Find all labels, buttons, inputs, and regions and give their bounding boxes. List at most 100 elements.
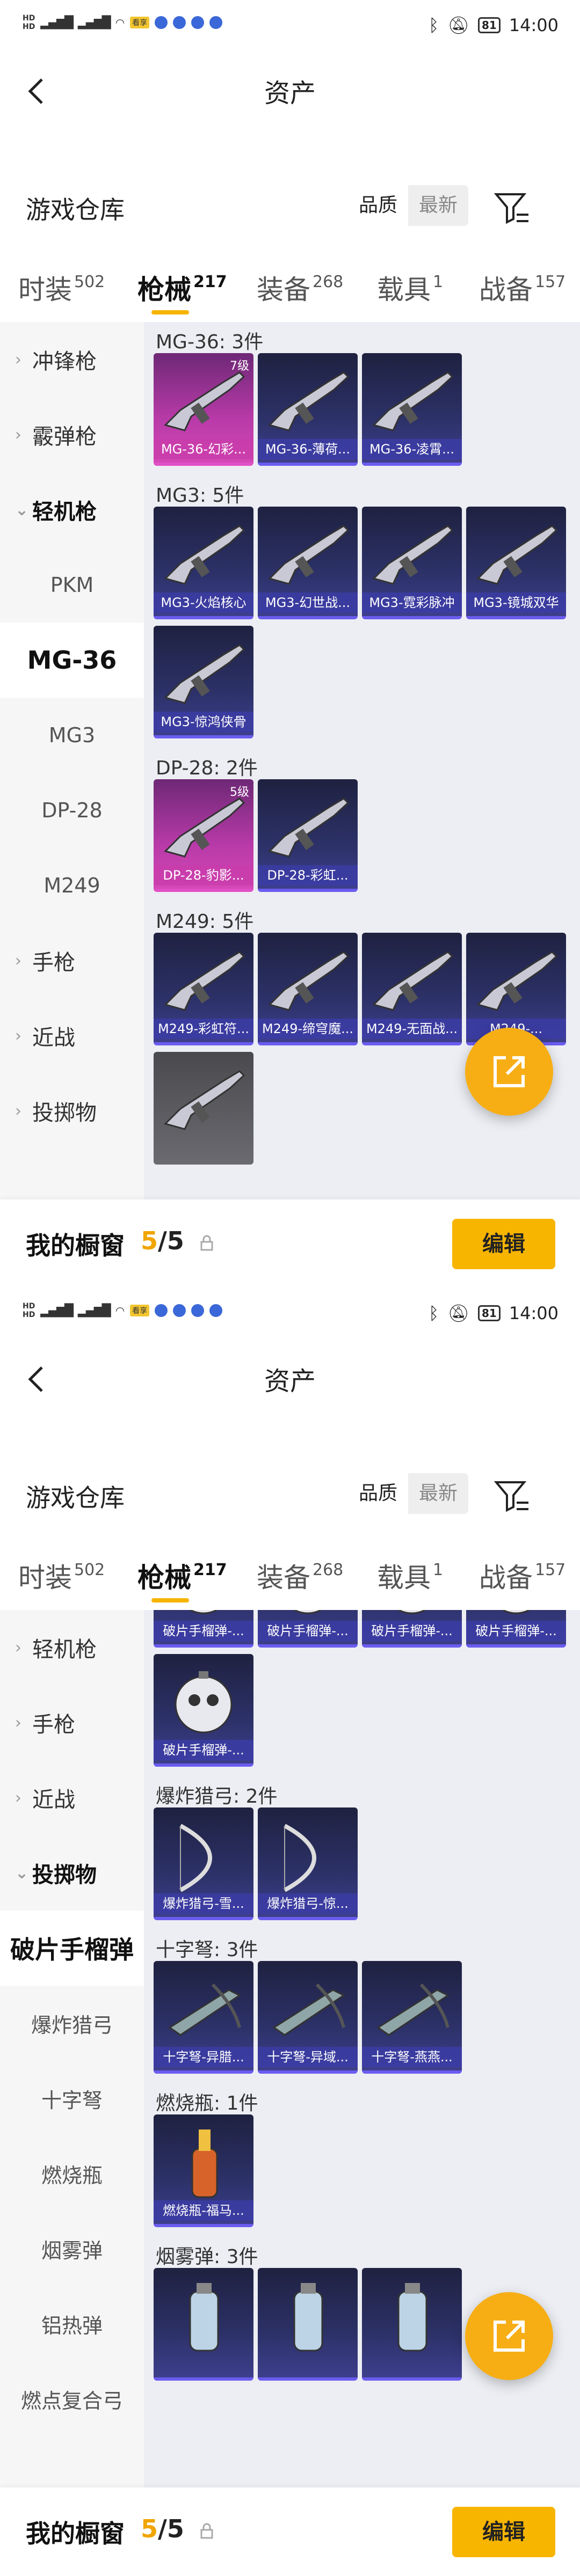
group-title: MG-36: 3件 xyxy=(156,331,264,353)
edit-button[interactable]: 编辑 xyxy=(452,1219,555,1269)
sidebar-item[interactable]: › 手枪 xyxy=(0,923,144,998)
item-card[interactable]: 破片手榴弹-... xyxy=(258,1610,358,1648)
sidebar-item-label: PKM xyxy=(50,573,94,597)
gun-icon xyxy=(268,371,350,431)
item-name: MG-36-幻彩... xyxy=(154,439,253,459)
item-card[interactable]: 燃烧瓶-福马... xyxy=(154,2114,253,2227)
item-card[interactable]: 破片手榴弹-... xyxy=(154,1610,253,1648)
sidebar-item[interactable]: PKM xyxy=(0,547,144,623)
sort-latest-button[interactable]: 最新 xyxy=(408,185,469,226)
status-right: ᛒ 🔕︎ 81 14:00 xyxy=(429,15,559,35)
sidebar-item[interactable]: › 近战 xyxy=(0,1760,144,1835)
filter-icon[interactable] xyxy=(493,189,531,226)
tab-vehicles[interactable]: 载具 1 xyxy=(377,1556,443,1595)
item-card[interactable]: 十字弩-异腊... xyxy=(154,1961,253,2074)
item-card[interactable]: 破片手榴弹-... xyxy=(154,1654,253,1767)
item-card[interactable]: 5级 DP-28-豹影... xyxy=(154,779,253,892)
filter-icon[interactable] xyxy=(493,1477,531,1514)
item-card[interactable]: MG3-火焰核心 xyxy=(154,507,253,619)
smoke-icon xyxy=(189,2283,219,2352)
showcase-bar: 我的橱窗 5/5 编辑 xyxy=(0,2487,580,2576)
battery-icon: 81 xyxy=(477,1305,501,1321)
showcase-count: 5/5 xyxy=(141,1226,184,1255)
lock-icon xyxy=(200,2523,213,2539)
status-bar: HD HD ▂▄▆█ ▂▄▆█ ◠ 看享 ᛒ 🔕︎ 81 14:00 xyxy=(0,0,580,54)
item-card[interactable]: 爆炸猎弓-惊... xyxy=(258,1807,358,1920)
sidebar-item[interactable]: 爆炸猎弓 xyxy=(0,1986,144,2061)
item-name: 十字弩-异腊... xyxy=(154,2047,253,2067)
item-card[interactable]: MG3-幻世战... xyxy=(258,507,358,619)
crossbow-icon xyxy=(272,1983,345,2036)
gun-icon xyxy=(164,951,245,1011)
sort-quality-button[interactable]: 品质 xyxy=(348,185,409,226)
item-card[interactable]: M249-无面战... xyxy=(362,933,462,1045)
item-card[interactable]: 破片手榴弹-... xyxy=(466,1610,566,1648)
item-card[interactable]: 爆炸猎弓-雪... xyxy=(154,1807,253,1920)
tab-guns[interactable]: 枪械 217 xyxy=(137,1556,227,1595)
sidebar-item[interactable]: ⌄ 投掷物 xyxy=(0,1835,144,1911)
clock: 14:00 xyxy=(509,1303,559,1323)
sidebar-item[interactable]: 破片手榴弹 xyxy=(0,1911,144,1986)
sidebar-item-label: 破片手榴弹 xyxy=(10,1935,134,1964)
tab-supplies[interactable]: 战备 157 xyxy=(479,268,566,307)
tab-equipment[interactable]: 装备 268 xyxy=(257,1556,343,1595)
sidebar-item[interactable]: › 投掷物 xyxy=(0,1073,144,1148)
item-name: 破片手榴弹-... xyxy=(154,1740,253,1760)
share-button[interactable] xyxy=(465,1028,553,1116)
sidebar-item[interactable]: › 轻机枪 xyxy=(0,1610,144,1685)
sidebar-item[interactable]: › 手枪 xyxy=(0,1685,144,1760)
tab-outfits[interactable]: 时装 502 xyxy=(18,268,105,307)
item-card[interactable]: 十字弩-异域... xyxy=(258,1961,358,2074)
external-link-icon xyxy=(494,1056,525,1087)
sort-latest-button[interactable]: 最新 xyxy=(408,1473,469,1514)
item-card[interactable] xyxy=(154,2268,253,2381)
item-card[interactable]: M249-彩虹符... xyxy=(154,933,253,1045)
sidebar-item[interactable]: › 冲锋枪 xyxy=(0,322,144,397)
notification-icon xyxy=(155,1304,168,1317)
share-button[interactable] xyxy=(465,2292,553,2380)
sidebar-item[interactable]: M249 xyxy=(0,848,144,923)
tab-supplies[interactable]: 战备 157 xyxy=(479,1556,566,1595)
item-card[interactable]: MG3-惊鸿侠骨 xyxy=(154,626,253,738)
item-card[interactable]: 十字弩-燕燕... xyxy=(362,1961,462,2074)
chevron-right-icon: › xyxy=(15,951,21,970)
sidebar-item[interactable]: 燃点复合弓 xyxy=(0,2361,144,2436)
network-type-icon: HD HD xyxy=(23,14,35,31)
tab-equipment[interactable]: 装备 268 xyxy=(257,268,343,307)
item-card[interactable]: M249-缔穹魔... xyxy=(258,933,358,1045)
tab-outfits[interactable]: 时装 502 xyxy=(18,1556,105,1595)
item-card[interactable]: MG-36-薄荷... xyxy=(258,353,358,466)
tab-guns[interactable]: 枪械 217 xyxy=(137,268,227,307)
item-card[interactable] xyxy=(362,2268,462,2381)
edit-button[interactable]: 编辑 xyxy=(452,2507,555,2557)
item-card[interactable]: MG-36-凌霄... xyxy=(362,353,462,466)
tab-vehicles[interactable]: 载具 1 xyxy=(377,268,443,307)
sidebar-item[interactable]: MG-36 xyxy=(0,623,144,698)
item-card[interactable] xyxy=(258,2268,358,2381)
sidebar-item[interactable]: 铝热弹 xyxy=(0,2286,144,2361)
warehouse-title: 游戏仓库 xyxy=(26,1483,125,1512)
item-card[interactable]: 破片手榴弹-... xyxy=(362,1610,462,1648)
sidebar-item[interactable]: MG3 xyxy=(0,698,144,773)
item-name: 破片手榴弹-... xyxy=(154,1621,253,1641)
sidebar-item[interactable]: 十字弩 xyxy=(0,2061,144,2136)
sidebar-item[interactable]: › 霰弹枪 xyxy=(0,397,144,472)
chevron-right-icon: › xyxy=(15,425,21,444)
gun-icon xyxy=(164,525,245,585)
sidebar-item[interactable]: ⌄ 轻机枪 xyxy=(0,472,144,547)
network-type-icon: HD HD xyxy=(23,1302,35,1319)
sidebar-item[interactable]: 烟雾弹 xyxy=(0,2211,144,2286)
item-card[interactable]: MG3-镜城双华 xyxy=(466,507,566,619)
mute-icon: 🔕︎ xyxy=(447,15,469,35)
sidebar-item-label: 轻机枪 xyxy=(32,500,97,524)
sidebar-item[interactable]: › 近战 xyxy=(0,998,144,1073)
item-card[interactable]: DP-28-彩虹... xyxy=(258,779,358,892)
external-link-icon xyxy=(494,2321,525,2352)
sidebar-item[interactable]: DP-28 xyxy=(0,773,144,848)
sidebar-item-label: 近战 xyxy=(32,1788,75,1812)
sort-quality-button[interactable]: 品质 xyxy=(348,1473,409,1514)
sidebar-item[interactable]: 燃烧瓶 xyxy=(0,2136,144,2211)
item-card[interactable]: MG3-霓彩脉冲 xyxy=(362,507,462,619)
item-card[interactable] xyxy=(154,1052,253,1165)
item-card[interactable]: 7级 MG-36-幻彩... xyxy=(154,353,253,466)
